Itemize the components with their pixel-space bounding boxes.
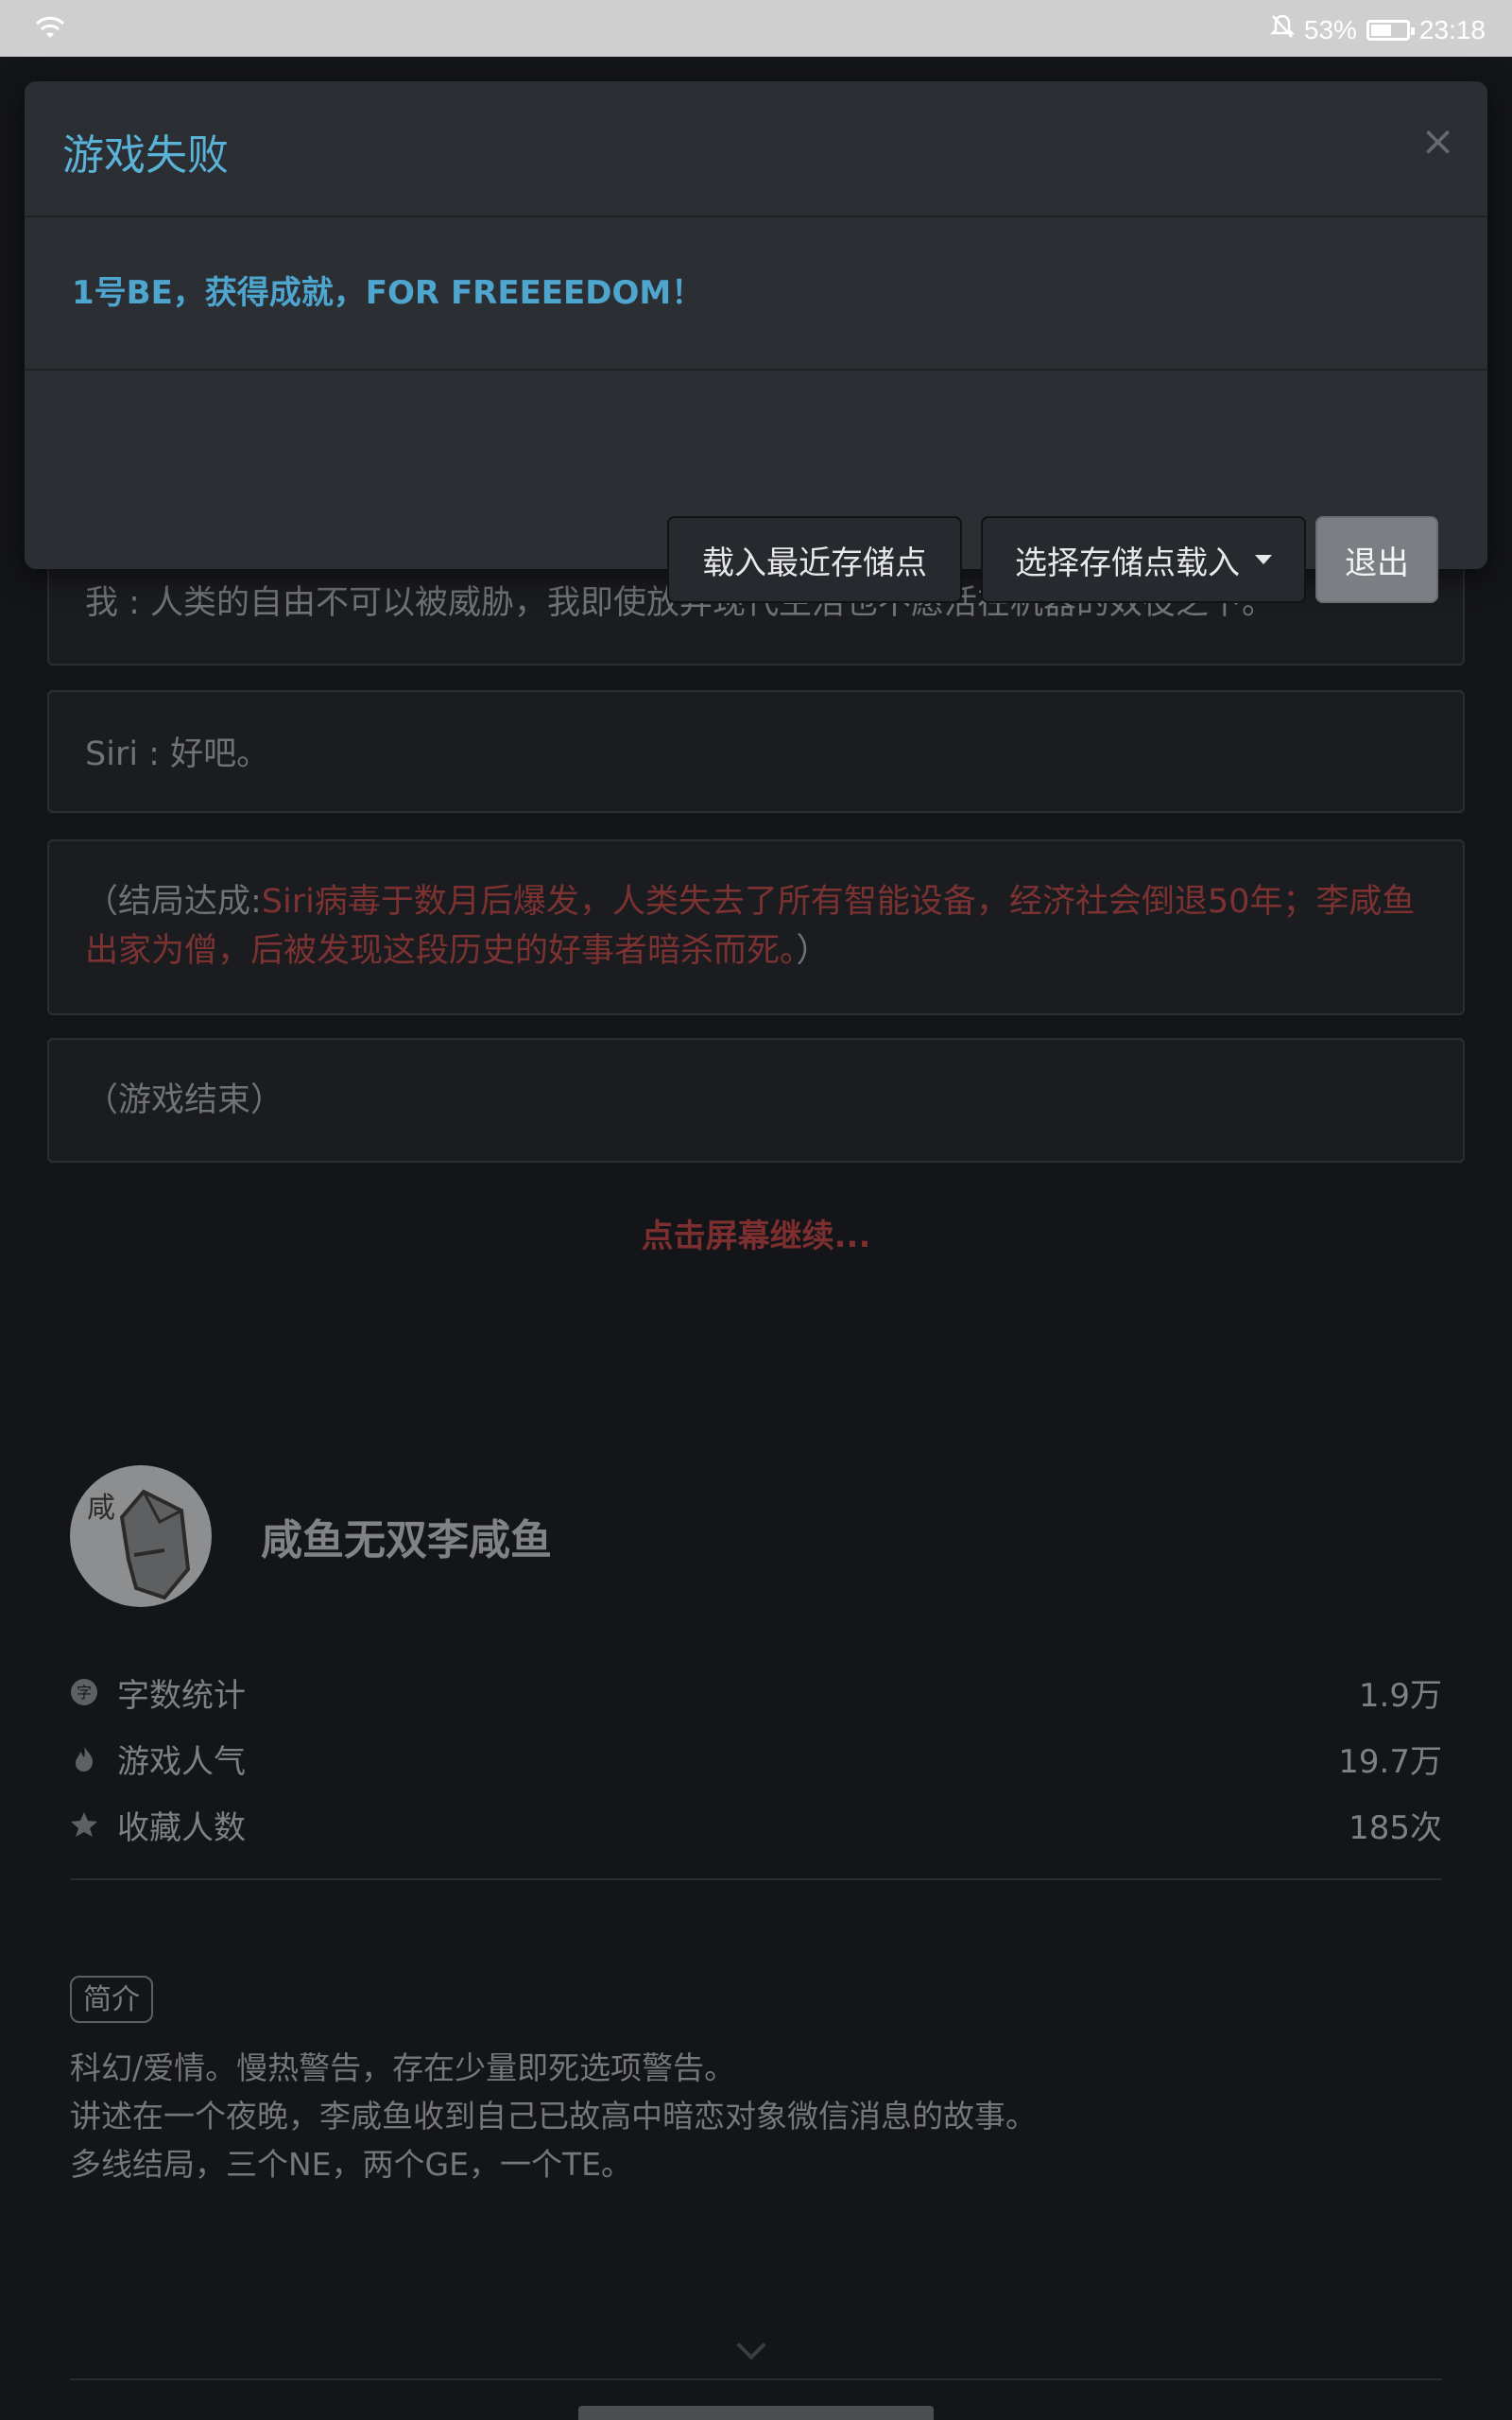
status-bar: 53% 23:18 — [0, 0, 1512, 57]
star-icon — [70, 1810, 98, 1839]
stat-value: 1.9万 — [1358, 1676, 1442, 1715]
modal-footer: 载入最近存储点 选择存储点载入 退出 — [25, 371, 1487, 603]
ending-card[interactable]: （结局达成:Siri病毒于数月后爆发，人类失去了所有智能设备，经济社会倒退50年… — [47, 839, 1465, 1015]
stat-label: 游戏人气 — [117, 1742, 246, 1781]
modal-body: 1号BE，获得成就，FOR FREEEEDOM！ — [25, 217, 1487, 371]
modal-header: 游戏失败 × — [25, 81, 1487, 217]
game-over-card[interactable]: （游戏结束） — [47, 1038, 1465, 1163]
button-label: 载入最近存储点 — [702, 544, 927, 582]
close-icon[interactable]: × — [1420, 117, 1455, 165]
stat-word-count: 字 字数统计 1.9万 — [70, 1659, 1442, 1725]
battery-percent: 53% — [1303, 14, 1357, 44]
stat-value: 19.7万 — [1338, 1742, 1442, 1781]
story-line-text: Siri : 好吧。 — [85, 735, 270, 773]
fish-hood-icon — [119, 1489, 191, 1600]
clock: 23:18 — [1418, 14, 1486, 44]
intro-text: 科幻/爱情。慢热警告，存在少量即死选项警告。 讲述在一个夜晚，李咸鱼收到自己已故… — [70, 2044, 1037, 2188]
divider — [70, 2378, 1442, 2380]
ending-suffix: ） — [796, 932, 830, 970]
battery-icon — [1366, 19, 1415, 41]
fire-icon — [70, 1744, 98, 1772]
stat-favorites: 收藏人数 185次 — [70, 1791, 1442, 1858]
load-recent-save-button[interactable]: 载入最近存储点 — [667, 516, 962, 603]
intro-badge: 简介 — [70, 1976, 153, 2023]
stats-list: 字 字数统计 1.9万 游戏人气 19.7万 收藏人数 185次 — [70, 1659, 1442, 1858]
tap-to-continue[interactable]: 点击屏幕继续... — [0, 1210, 1512, 1256]
home-indicator[interactable] — [578, 2406, 934, 2420]
stat-value: 185次 — [1349, 1808, 1442, 1847]
intro-line: 科幻/爱情。慢热警告，存在少量即死选项警告。 — [70, 2049, 736, 2086]
exit-button[interactable]: 退出 — [1315, 516, 1438, 603]
ending-text: Siri病毒于数月后爆发，人类失去了所有智能设备，经济社会倒退50年；李咸鱼出家… — [85, 883, 1416, 970]
chevron-down-icon[interactable] — [736, 2330, 766, 2360]
modal-message: 1号BE，获得成就，FOR FREEEEDOM！ — [72, 274, 704, 312]
intro-line: 讲述在一个夜晚，李咸鱼收到自己已故高中暗恋对象微信消息的故事。 — [70, 2098, 1037, 2135]
button-label: 退出 — [1345, 544, 1409, 582]
author-name[interactable]: 咸鱼无双李咸鱼 — [261, 1506, 552, 1566]
stat-label: 字数统计 — [117, 1676, 246, 1715]
game-fail-modal: 游戏失败 × 1号BE，获得成就，FOR FREEEEDOM！ 载入最近存储点 … — [25, 81, 1487, 603]
avatar[interactable]: 咸 — [70, 1465, 212, 1607]
game-over-text: （游戏结束） — [85, 1081, 284, 1119]
word-count-icon: 字 — [70, 1678, 98, 1706]
choose-save-dropdown-button[interactable]: 选择存储点载入 — [981, 516, 1306, 603]
ending-prefix: （结局达成: — [85, 883, 262, 921]
divider — [70, 1878, 1442, 1880]
caret-down-icon — [1255, 555, 1272, 564]
svg-text:字: 字 — [77, 1684, 92, 1702]
stat-popularity: 游戏人气 19.7万 — [70, 1725, 1442, 1791]
wifi-icon — [34, 13, 66, 48]
intro-line: 多线结局，三个NE，两个GE，一个TE。 — [70, 2146, 632, 2183]
author-block[interactable]: 咸 咸鱼无双李咸鱼 — [70, 1465, 552, 1607]
modal-title: 游戏失败 — [62, 131, 229, 180]
story-line-siri[interactable]: Siri : 好吧。 — [47, 690, 1465, 813]
button-label: 选择存储点载入 — [1015, 544, 1240, 582]
stat-label: 收藏人数 — [117, 1808, 246, 1847]
mute-bell-icon — [1269, 13, 1295, 46]
